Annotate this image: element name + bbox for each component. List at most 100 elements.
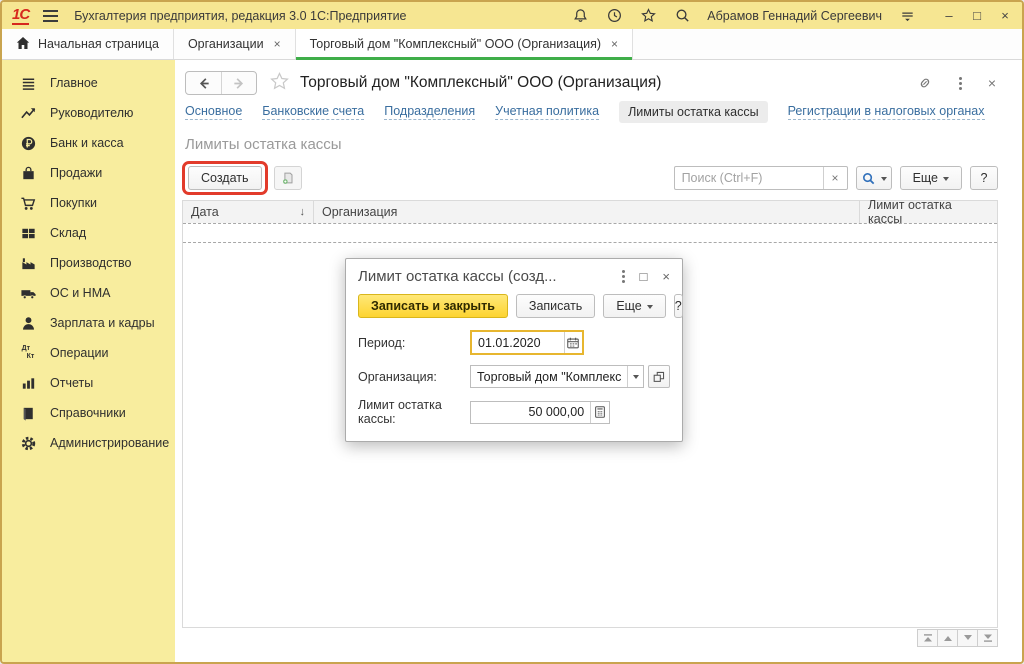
help-button[interactable]: ? xyxy=(970,166,998,190)
bar-chart-icon xyxy=(19,374,37,392)
dialog-header: Лимит остатка кассы (созд... □ × xyxy=(346,259,682,289)
period-input[interactable] xyxy=(472,332,564,353)
more-menu-icon[interactable] xyxy=(959,77,962,90)
record-navigation xyxy=(918,629,998,647)
open-organization-button[interactable] xyxy=(648,365,670,388)
favorites-star-icon[interactable] xyxy=(639,7,657,25)
sidebar: Главное Руководителю Банк и касса Продаж… xyxy=(2,60,175,662)
search-input[interactable] xyxy=(675,167,823,189)
form-nav-links: Основное Банковские счета Подразделения … xyxy=(175,98,1022,126)
sidebar-item-label: Продажи xyxy=(50,166,102,180)
red-highlight-annotation: Создать xyxy=(182,161,268,195)
column-header-date[interactable]: Дата ↓ xyxy=(183,201,313,223)
tab-organizations[interactable]: Организации × xyxy=(174,29,296,59)
more-button[interactable]: Еще xyxy=(900,166,962,190)
section-title: Лимиты остатка кассы xyxy=(175,126,1022,158)
navlink-uchetnaya-politika[interactable]: Учетная политика xyxy=(495,104,599,120)
tab-home-label: Начальная страница xyxy=(38,37,159,51)
organization-dropdown-icon[interactable] xyxy=(627,366,643,387)
back-button[interactable] xyxy=(186,72,221,94)
search-box: × xyxy=(674,166,848,190)
navlink-osnovnoe[interactable]: Основное xyxy=(185,104,242,120)
navlink-bank-accounts[interactable]: Банковские счета xyxy=(262,104,364,120)
sidebar-item-spravochniki[interactable]: Справочники xyxy=(2,398,175,428)
history-icon[interactable] xyxy=(605,7,623,25)
tab-home[interactable]: Начальная страница xyxy=(2,29,174,59)
minimize-icon[interactable]: – xyxy=(942,8,956,23)
find-button[interactable] xyxy=(856,166,892,190)
close-form-icon[interactable]: × xyxy=(988,75,996,91)
bag-icon xyxy=(19,164,37,182)
tab-organizations-label: Организации xyxy=(188,37,264,51)
global-search-icon[interactable] xyxy=(673,7,691,25)
sidebar-item-proizvodstvo[interactable]: Производство xyxy=(2,248,175,278)
tab-trade-house-label: Торговый дом "Комплексный" ООО (Организа… xyxy=(310,37,601,51)
sidebar-item-glavnoe[interactable]: Главное xyxy=(2,68,175,98)
get-link-icon[interactable] xyxy=(917,75,933,91)
dialog-close-icon[interactable]: × xyxy=(662,269,670,284)
current-user[interactable]: Абрамов Геннадий Сергеевич xyxy=(707,9,882,23)
sidebar-item-prodazhi[interactable]: Продажи xyxy=(2,158,175,188)
create-by-copy-button[interactable] xyxy=(274,166,302,190)
limit-input[interactable] xyxy=(471,402,590,423)
sidebar-item-os-nma[interactable]: ОС и НМА xyxy=(2,278,175,308)
cart-icon xyxy=(19,194,37,212)
navlink-limity-kassy-active[interactable]: Лимиты остатка кассы xyxy=(619,101,767,123)
navlink-podrazdeleniya[interactable]: Подразделения xyxy=(384,104,475,120)
trend-arrow-icon xyxy=(19,104,37,122)
go-down-button[interactable] xyxy=(957,629,978,647)
sort-descending-icon: ↓ xyxy=(300,206,306,218)
save-and-close-button[interactable]: Записать и закрыть xyxy=(358,294,508,318)
sidebar-item-operacii[interactable]: ДтКт Операции xyxy=(2,338,175,368)
forward-button[interactable] xyxy=(221,72,256,94)
sidebar-item-bank-kassa[interactable]: Банк и касса xyxy=(2,128,175,158)
sidebar-item-sklad[interactable]: Склад xyxy=(2,218,175,248)
sidebar-item-label: Производство xyxy=(50,256,132,270)
sidebar-item-label: Руководителю xyxy=(50,106,133,120)
1c-logo: 1С xyxy=(12,7,29,25)
favorite-star-icon[interactable] xyxy=(269,71,290,95)
tab-trade-house[interactable]: Торговый дом "Комплексный" ООО (Организа… xyxy=(296,29,633,59)
save-button[interactable]: Записать xyxy=(516,294,595,318)
column-header-organization[interactable]: Организация xyxy=(313,201,859,223)
dialog-more-icon[interactable] xyxy=(622,270,625,283)
maximize-icon[interactable]: □ xyxy=(970,8,984,23)
sidebar-item-pokupki[interactable]: Покупки xyxy=(2,188,175,218)
ruble-circle-icon xyxy=(19,134,37,152)
sidebar-item-label: Банк и касса xyxy=(50,136,124,150)
sidebar-item-label: Склад xyxy=(50,226,86,240)
tab-close-icon[interactable]: × xyxy=(611,37,618,51)
dialog-more-button[interactable]: Еще xyxy=(603,294,665,318)
close-window-icon[interactable]: × xyxy=(998,8,1012,23)
sidebar-item-label: Зарплата и кадры xyxy=(50,316,155,330)
sidebar-item-administrirovanie[interactable]: Администрирование xyxy=(2,428,175,458)
service-menu-icon[interactable] xyxy=(898,7,916,25)
dialog-help-button[interactable]: ? xyxy=(674,294,683,318)
notifications-bell-icon[interactable] xyxy=(571,7,589,25)
go-up-button[interactable] xyxy=(937,629,958,647)
titlebar: 1С Бухгалтерия предприятия, редакция 3.0… xyxy=(2,2,1022,29)
go-last-button[interactable] xyxy=(977,629,998,647)
search-clear-icon[interactable]: × xyxy=(823,167,847,189)
tab-close-icon[interactable]: × xyxy=(274,37,281,51)
sidebar-item-otchety[interactable]: Отчеты xyxy=(2,368,175,398)
boxes-grid-icon xyxy=(19,224,37,242)
sidebar-item-zarplata[interactable]: Зарплата и кадры xyxy=(2,308,175,338)
menu-lines-icon xyxy=(19,74,37,92)
limit-label: Лимит остатка кассы: xyxy=(358,398,470,426)
column-header-limit[interactable]: Лимит остатка кассы xyxy=(859,201,997,223)
organization-field xyxy=(470,365,644,388)
create-button[interactable]: Создать xyxy=(188,166,262,190)
sidebar-item-rukovoditelyu[interactable]: Руководителю xyxy=(2,98,175,128)
go-first-button[interactable] xyxy=(917,629,938,647)
sidebar-item-label: Администрирование xyxy=(50,436,169,450)
sidebar-item-label: ОС и НМА xyxy=(50,286,110,300)
sidebar-item-label: Главное xyxy=(50,76,98,90)
period-label: Период: xyxy=(358,336,470,350)
calculator-icon[interactable] xyxy=(590,402,609,423)
main-menu-icon[interactable] xyxy=(43,10,58,22)
organization-input[interactable] xyxy=(471,366,627,387)
dialog-maximize-icon[interactable]: □ xyxy=(640,269,648,284)
calendar-icon[interactable] xyxy=(564,332,582,353)
navlink-registracii[interactable]: Регистрации в налоговых органах xyxy=(788,104,985,120)
